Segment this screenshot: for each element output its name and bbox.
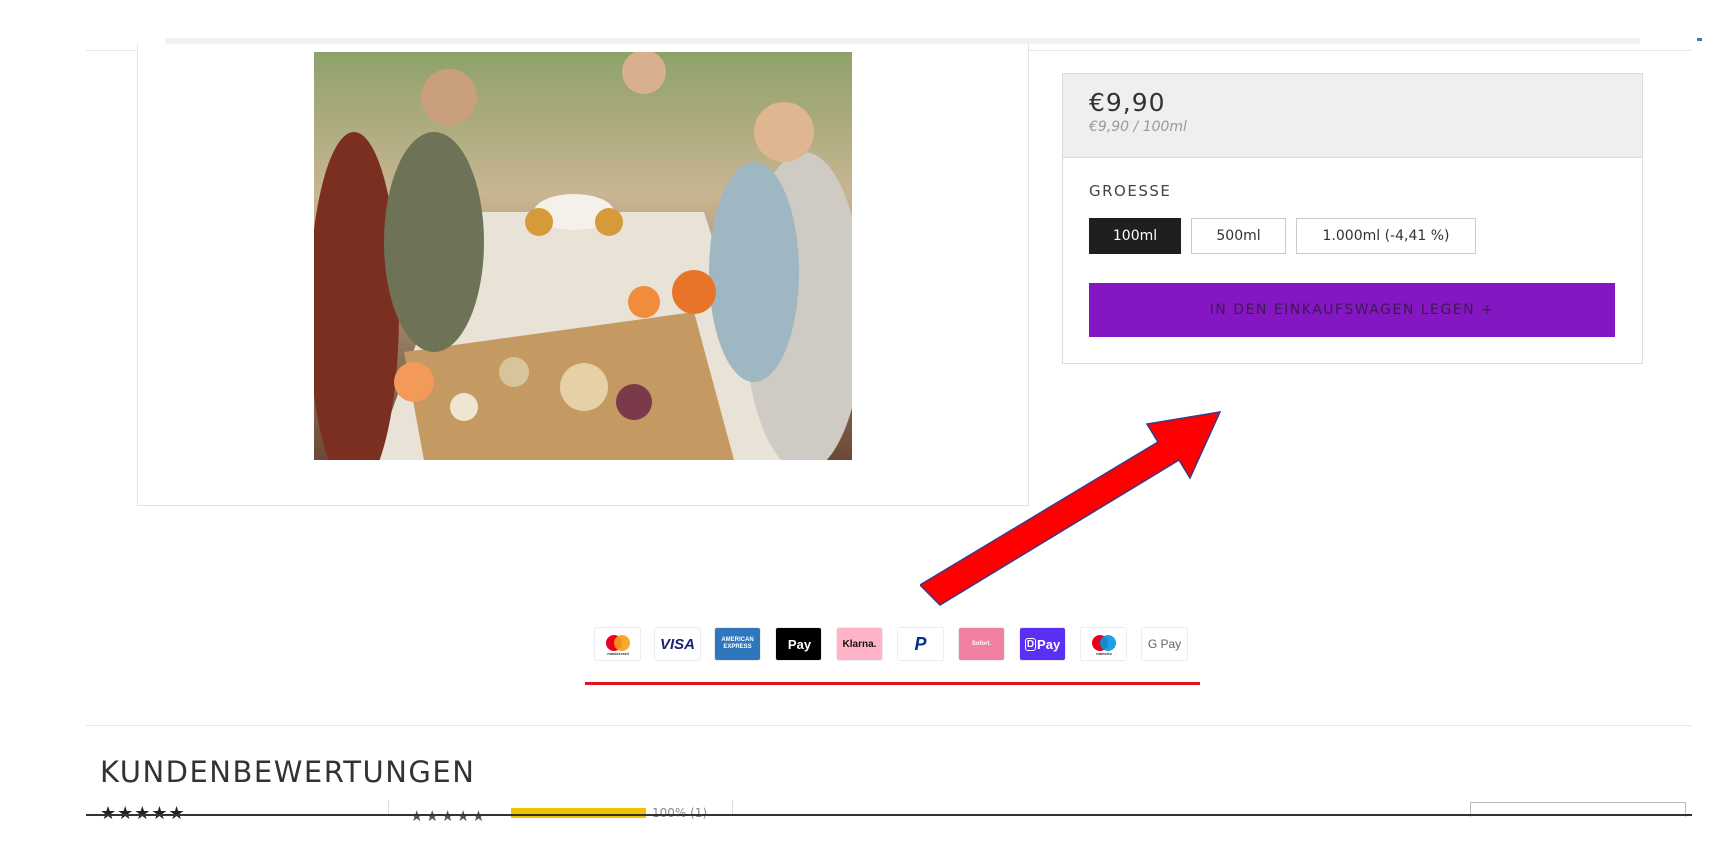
visa-icon: VISA	[654, 627, 701, 661]
reviews-title: KUNDENBEWERTUNGEN	[100, 755, 476, 789]
top-blue-mark	[1697, 38, 1702, 41]
rating-percent: 100% (1)	[652, 806, 708, 820]
unit-price: €9,90 / 100ml	[1089, 119, 1187, 135]
size-label: GROESSE	[1089, 182, 1172, 200]
price-area: €9,90 €9,90 / 100ml	[1063, 74, 1642, 158]
apple-pay-label: Pay	[787, 636, 812, 652]
rating-row-stars: ★★★★★	[410, 807, 488, 825]
shop-pay-label: Pay	[1037, 636, 1061, 652]
amex-icon: AMERICAN EXPRESS	[714, 627, 761, 661]
buy-box: €9,90 €9,90 / 100ml GROESSE 100ml 500ml …	[1062, 73, 1643, 364]
sofort-icon: Sofort.	[958, 627, 1005, 661]
paypal-icon: P	[897, 627, 944, 661]
maestro-icon: maestro	[1080, 627, 1127, 661]
apple-pay-icon: Pay	[775, 627, 822, 661]
annotation-arrow-icon	[920, 411, 1222, 606]
rating-divider-right	[732, 800, 733, 814]
bottom-edge	[86, 814, 1692, 816]
price: €9,90	[1089, 88, 1166, 117]
svg-text:mastercard: mastercard	[607, 651, 629, 656]
rating-divider-left	[388, 800, 389, 814]
section-divider	[86, 725, 1692, 726]
google-pay-icon: G Pay	[1141, 627, 1188, 661]
picnic-photo	[314, 52, 852, 460]
size-option-500ml[interactable]: 500ml	[1191, 218, 1286, 254]
annotation-underline	[585, 682, 1200, 685]
size-option-100ml[interactable]: 100ml	[1089, 218, 1181, 254]
rating-bar	[511, 808, 646, 818]
svg-text:maestro: maestro	[1096, 651, 1112, 656]
size-option-1000ml[interactable]: 1.000ml (-4,41 %)	[1296, 218, 1476, 254]
mastercard-icon: mastercard	[594, 627, 641, 661]
klarna-icon: Klarna.	[836, 627, 883, 661]
shop-pay-icon: D Pay	[1019, 627, 1066, 661]
product-image[interactable]	[314, 52, 852, 460]
add-to-cart-button[interactable]: IN DEN EINKAUFSWAGEN LEGEN +	[1089, 283, 1615, 337]
